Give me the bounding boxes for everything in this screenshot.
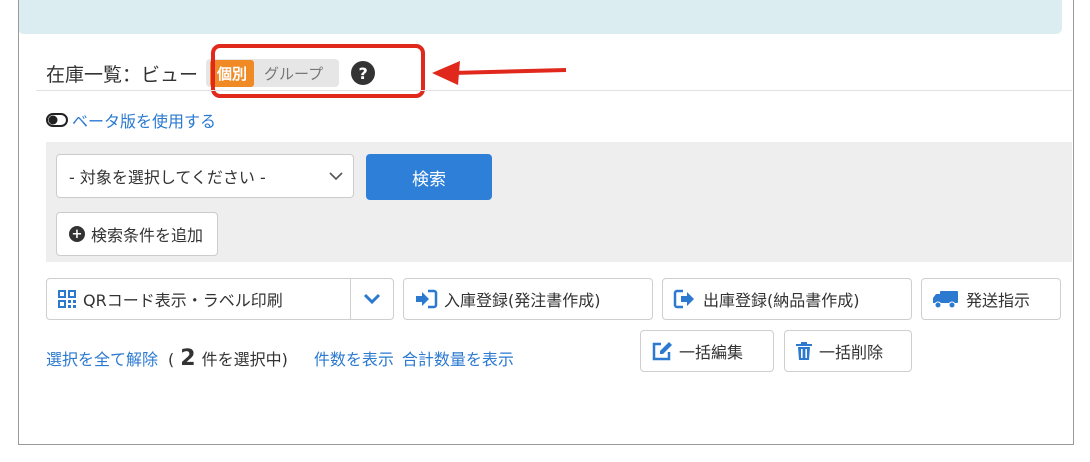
plus-circle-icon: +: [69, 226, 85, 242]
selection-status: 選択を全て解除 ( 2 件を選択中) 件数を表示 合計数量を表示: [46, 346, 514, 371]
qr-label-print-button[interactable]: QRコード表示・ラベル印刷: [46, 278, 394, 320]
selected-suffix: 件を選択中): [201, 350, 288, 369]
bulk-delete-button[interactable]: 一括削除: [784, 330, 912, 372]
sign-out-icon: [673, 289, 697, 309]
beta-link[interactable]: ベータ版を使用する: [72, 108, 216, 132]
chevron-down-icon: [329, 172, 343, 181]
target-select-value: - 対象を選択してください -: [69, 168, 266, 187]
stock-in-button[interactable]: 入庫登録(発注書作成): [403, 278, 653, 320]
qr-label-print-label: QRコード表示・ラベル印刷: [83, 291, 283, 310]
add-condition-button[interactable]: + 検索条件を追加: [56, 212, 219, 256]
divider: [36, 90, 1072, 91]
shipping-instruction-button[interactable]: 発送指示: [921, 278, 1061, 320]
edit-icon: [651, 341, 673, 361]
stock-out-button[interactable]: 出庫登録(納品書作成): [662, 278, 912, 320]
sign-in-icon: [414, 289, 438, 309]
show-count-link[interactable]: 件数を表示: [314, 346, 394, 370]
chevron-down-icon: [363, 293, 381, 305]
show-total-link[interactable]: 合計数量を表示: [402, 346, 514, 370]
stock-in-label: 入庫登録(発注書作成): [444, 291, 601, 310]
shipping-instruction-label: 発送指示: [966, 291, 1031, 310]
search-button[interactable]: 検索: [366, 154, 492, 200]
stock-out-label: 出庫登録(納品書作成): [703, 291, 860, 310]
bulk-delete-label: 一括削除: [819, 343, 884, 362]
bulk-edit-label: 一括編集: [679, 343, 744, 362]
annotation-arrow-icon: [432, 61, 567, 85]
open-paren: (: [168, 350, 175, 369]
qr-dropdown-toggle[interactable]: [351, 293, 393, 305]
clear-selection-link[interactable]: 選択を全て解除: [46, 346, 158, 370]
beta-toggle[interactable]: ベータ版を使用する: [46, 108, 216, 132]
qr-code-icon: [57, 289, 77, 309]
truck-icon: [932, 289, 960, 309]
search-panel: - 対象を選択してください - 検索 + 検索条件を追加: [46, 142, 1072, 262]
selected-count: 2: [180, 346, 196, 371]
page-title: 在庫一覧：ビュー: [46, 63, 199, 86]
add-condition-label: 検索条件を追加: [91, 226, 204, 245]
toggle-icon: [46, 113, 68, 127]
bulk-edit-button[interactable]: 一括編集: [640, 330, 774, 372]
trash-icon: [795, 341, 813, 361]
target-select[interactable]: - 対象を選択してください -: [56, 154, 354, 198]
